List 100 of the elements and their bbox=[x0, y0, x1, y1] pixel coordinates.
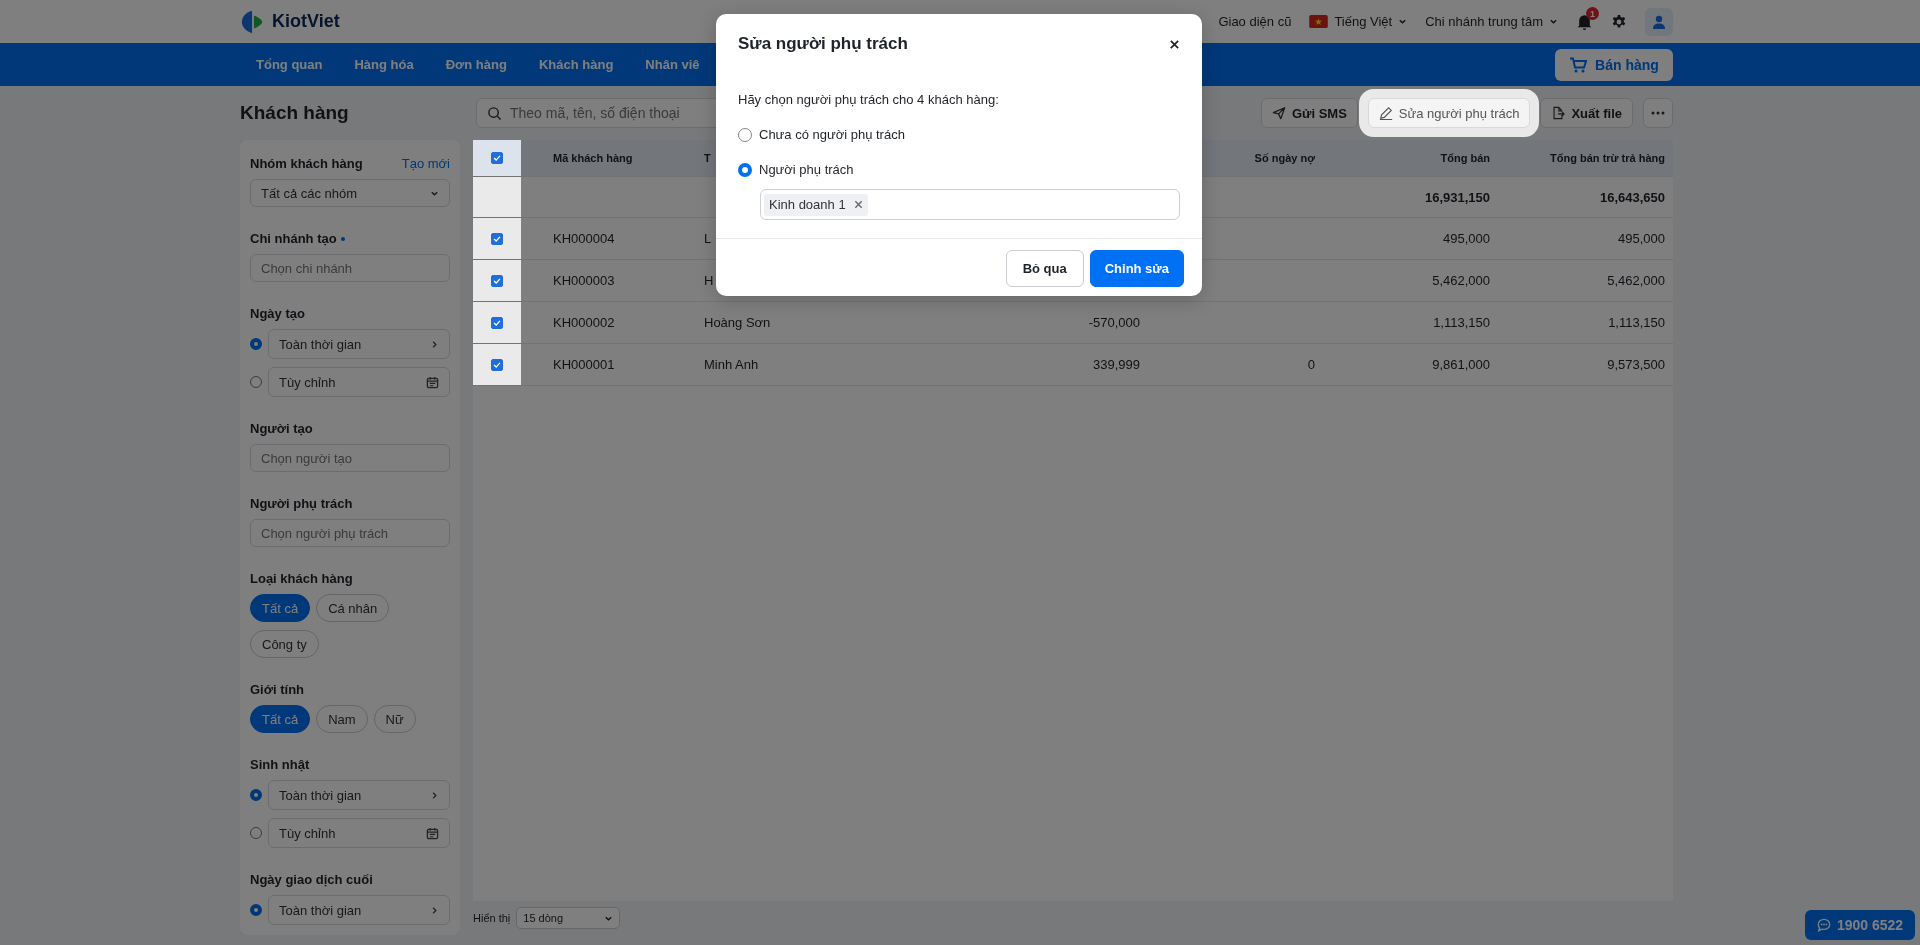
nav-tab[interactable]: Đơn hàng bbox=[429, 57, 523, 72]
settings-icon[interactable] bbox=[1611, 13, 1627, 30]
create-link[interactable]: Tạo mới bbox=[401, 156, 450, 171]
table-cell: 495,000 bbox=[1443, 231, 1490, 246]
table-cell: 1,113,150 bbox=[1433, 315, 1490, 330]
filter-title: Ngày tạo bbox=[250, 306, 306, 321]
chevron-right-icon bbox=[430, 339, 439, 349]
table-cell: 16,643,650 bbox=[1599, 189, 1665, 205]
remove-icon[interactable] bbox=[853, 200, 863, 209]
confirm-button[interactable]: Chỉnh sửa bbox=[1089, 250, 1184, 287]
caret-icon bbox=[1549, 17, 1558, 26]
hotline-button[interactable]: 1900 6522 bbox=[1805, 910, 1915, 940]
sell-button[interactable]: Bán hàng bbox=[1555, 48, 1673, 81]
table-cell: 495,000 bbox=[1618, 231, 1665, 246]
filter-title: Ngày giao dịch cuối bbox=[250, 872, 374, 887]
chevron-right-icon bbox=[430, 905, 439, 915]
assignee-tag: Kinh doanh 1 bbox=[764, 193, 868, 216]
filter-title: Sinh nhật bbox=[250, 757, 311, 772]
table-cell: L bbox=[704, 231, 712, 246]
filter-chip[interactable]: Nữ bbox=[373, 705, 416, 733]
table-cell: Tổng bán bbox=[1440, 152, 1490, 164]
table-cell: Mã khách hàng bbox=[553, 152, 633, 164]
table-cell: -570,000 bbox=[1088, 315, 1140, 330]
table-cell: 5,462,000 bbox=[1432, 273, 1490, 288]
nav-tab[interactable]: Tổng quan bbox=[240, 57, 339, 72]
nav-tab[interactable]: Nhân viê bbox=[629, 57, 716, 72]
pencil-icon bbox=[1378, 106, 1393, 120]
close-button[interactable] bbox=[1169, 38, 1180, 50]
table-cell: KH000002 bbox=[553, 315, 615, 330]
filter-title: Người tạo bbox=[250, 421, 314, 436]
table-cell: T bbox=[704, 152, 711, 164]
filter-chip[interactable]: Cá nhân bbox=[316, 594, 390, 622]
date-range-field[interactable]: Toàn thời gian bbox=[268, 329, 450, 359]
filter-title: Người phụ trách bbox=[250, 496, 354, 511]
table-cell: KH000003 bbox=[553, 273, 615, 288]
filter-title: Loại khách hàng bbox=[250, 571, 354, 586]
page-size-select[interactable]: 15 dòng bbox=[516, 907, 621, 929]
notification-badge: 1 bbox=[1586, 7, 1599, 20]
filter-chip[interactable]: Tất cả bbox=[250, 594, 311, 622]
radio-button[interactable] bbox=[250, 789, 262, 801]
chat-icon bbox=[1816, 918, 1831, 932]
chevron-right-icon bbox=[430, 790, 439, 800]
table-cell: Số ngày nợ bbox=[1254, 152, 1315, 164]
checkbox[interactable] bbox=[491, 232, 503, 245]
radio-button[interactable] bbox=[250, 904, 262, 916]
calendar-icon bbox=[426, 375, 439, 389]
filter-field[interactable]: Chọn chi nhánh bbox=[250, 254, 450, 282]
date-range-field[interactable]: Toàn thời gian bbox=[268, 780, 450, 810]
table-cell: 9,861,000 bbox=[1432, 357, 1490, 372]
filter-chip[interactable]: Nam bbox=[316, 705, 368, 733]
table-cell: Minh Anh bbox=[704, 357, 759, 372]
cancel-button[interactable]: Bỏ qua bbox=[1005, 250, 1084, 287]
old-ui-link[interactable]: Giao diện cũ bbox=[1218, 14, 1292, 29]
toolbar-button[interactable]: Xuất file bbox=[1540, 98, 1633, 128]
table-cell: H bbox=[704, 273, 714, 288]
date-range-field[interactable]: Toàn thời gian bbox=[268, 895, 450, 925]
nav-tab[interactable]: Khách hàng bbox=[522, 57, 630, 72]
radio-button[interactable] bbox=[250, 827, 262, 839]
table-cell: 339,999 bbox=[1093, 357, 1140, 372]
table-cell: KH000004 bbox=[553, 231, 615, 246]
radio-label: Người phụ trách bbox=[759, 162, 854, 177]
table-cell: 9,573,500 bbox=[1607, 357, 1665, 372]
close-icon bbox=[1169, 38, 1180, 50]
bell-icon[interactable] bbox=[1576, 13, 1593, 30]
filter-title: Chi nhánh tạo bbox=[250, 231, 450, 246]
date-range-field[interactable]: Tùy chỉnh bbox=[268, 818, 450, 848]
table-cell: 5,462,000 bbox=[1607, 273, 1665, 288]
filter-chip[interactable]: Công ty bbox=[250, 630, 319, 658]
filter-title: Nhóm khách hàng bbox=[250, 156, 363, 171]
brand-name: KiotViet bbox=[272, 11, 340, 32]
checkbox[interactable] bbox=[491, 274, 503, 287]
radio-button[interactable] bbox=[250, 376, 262, 388]
table-cell: Hoàng Sơn bbox=[704, 315, 771, 330]
account-button[interactable] bbox=[1645, 7, 1673, 36]
filter-field[interactable]: Chọn người phụ trách bbox=[250, 519, 450, 547]
toolbar-button[interactable]: Gửi SMS bbox=[1260, 98, 1358, 128]
branch-selector[interactable]: Chi nhánh trung tâm bbox=[1425, 14, 1558, 29]
filter-field[interactable]: Chọn người tạo bbox=[250, 444, 450, 472]
cart-icon bbox=[1569, 56, 1588, 73]
more-icon bbox=[1651, 111, 1665, 115]
checkbox[interactable] bbox=[491, 358, 503, 371]
assignee-field[interactable]: Kinh doanh 1 bbox=[760, 189, 1180, 220]
table-cell: 0 bbox=[1307, 357, 1315, 372]
group-select[interactable]: Tất cả các nhóm bbox=[250, 179, 450, 207]
language-selector[interactable]: Tiếng Việt bbox=[1309, 14, 1408, 29]
checkbox[interactable] bbox=[491, 152, 503, 164]
table-cell: Tổng bán trừ trả hàng bbox=[1550, 152, 1665, 164]
checkbox[interactable] bbox=[491, 316, 503, 329]
table-cell: 1,113,150 bbox=[1608, 315, 1665, 330]
radio-button[interactable] bbox=[250, 338, 262, 350]
date-range-field[interactable]: Tùy chỉnh bbox=[268, 367, 450, 397]
page-size-label: Hiển thị bbox=[473, 912, 511, 924]
radio-button[interactable] bbox=[738, 162, 752, 177]
table-cell: KH000001 bbox=[553, 357, 615, 372]
radio-label: Chưa có người phụ trách bbox=[759, 127, 905, 142]
flag-icon bbox=[1309, 15, 1329, 28]
filter-chip[interactable]: Tất cả bbox=[250, 705, 311, 733]
user-icon bbox=[1651, 13, 1667, 30]
nav-tab[interactable]: Hàng hóa bbox=[338, 57, 430, 72]
search-icon bbox=[487, 105, 502, 121]
